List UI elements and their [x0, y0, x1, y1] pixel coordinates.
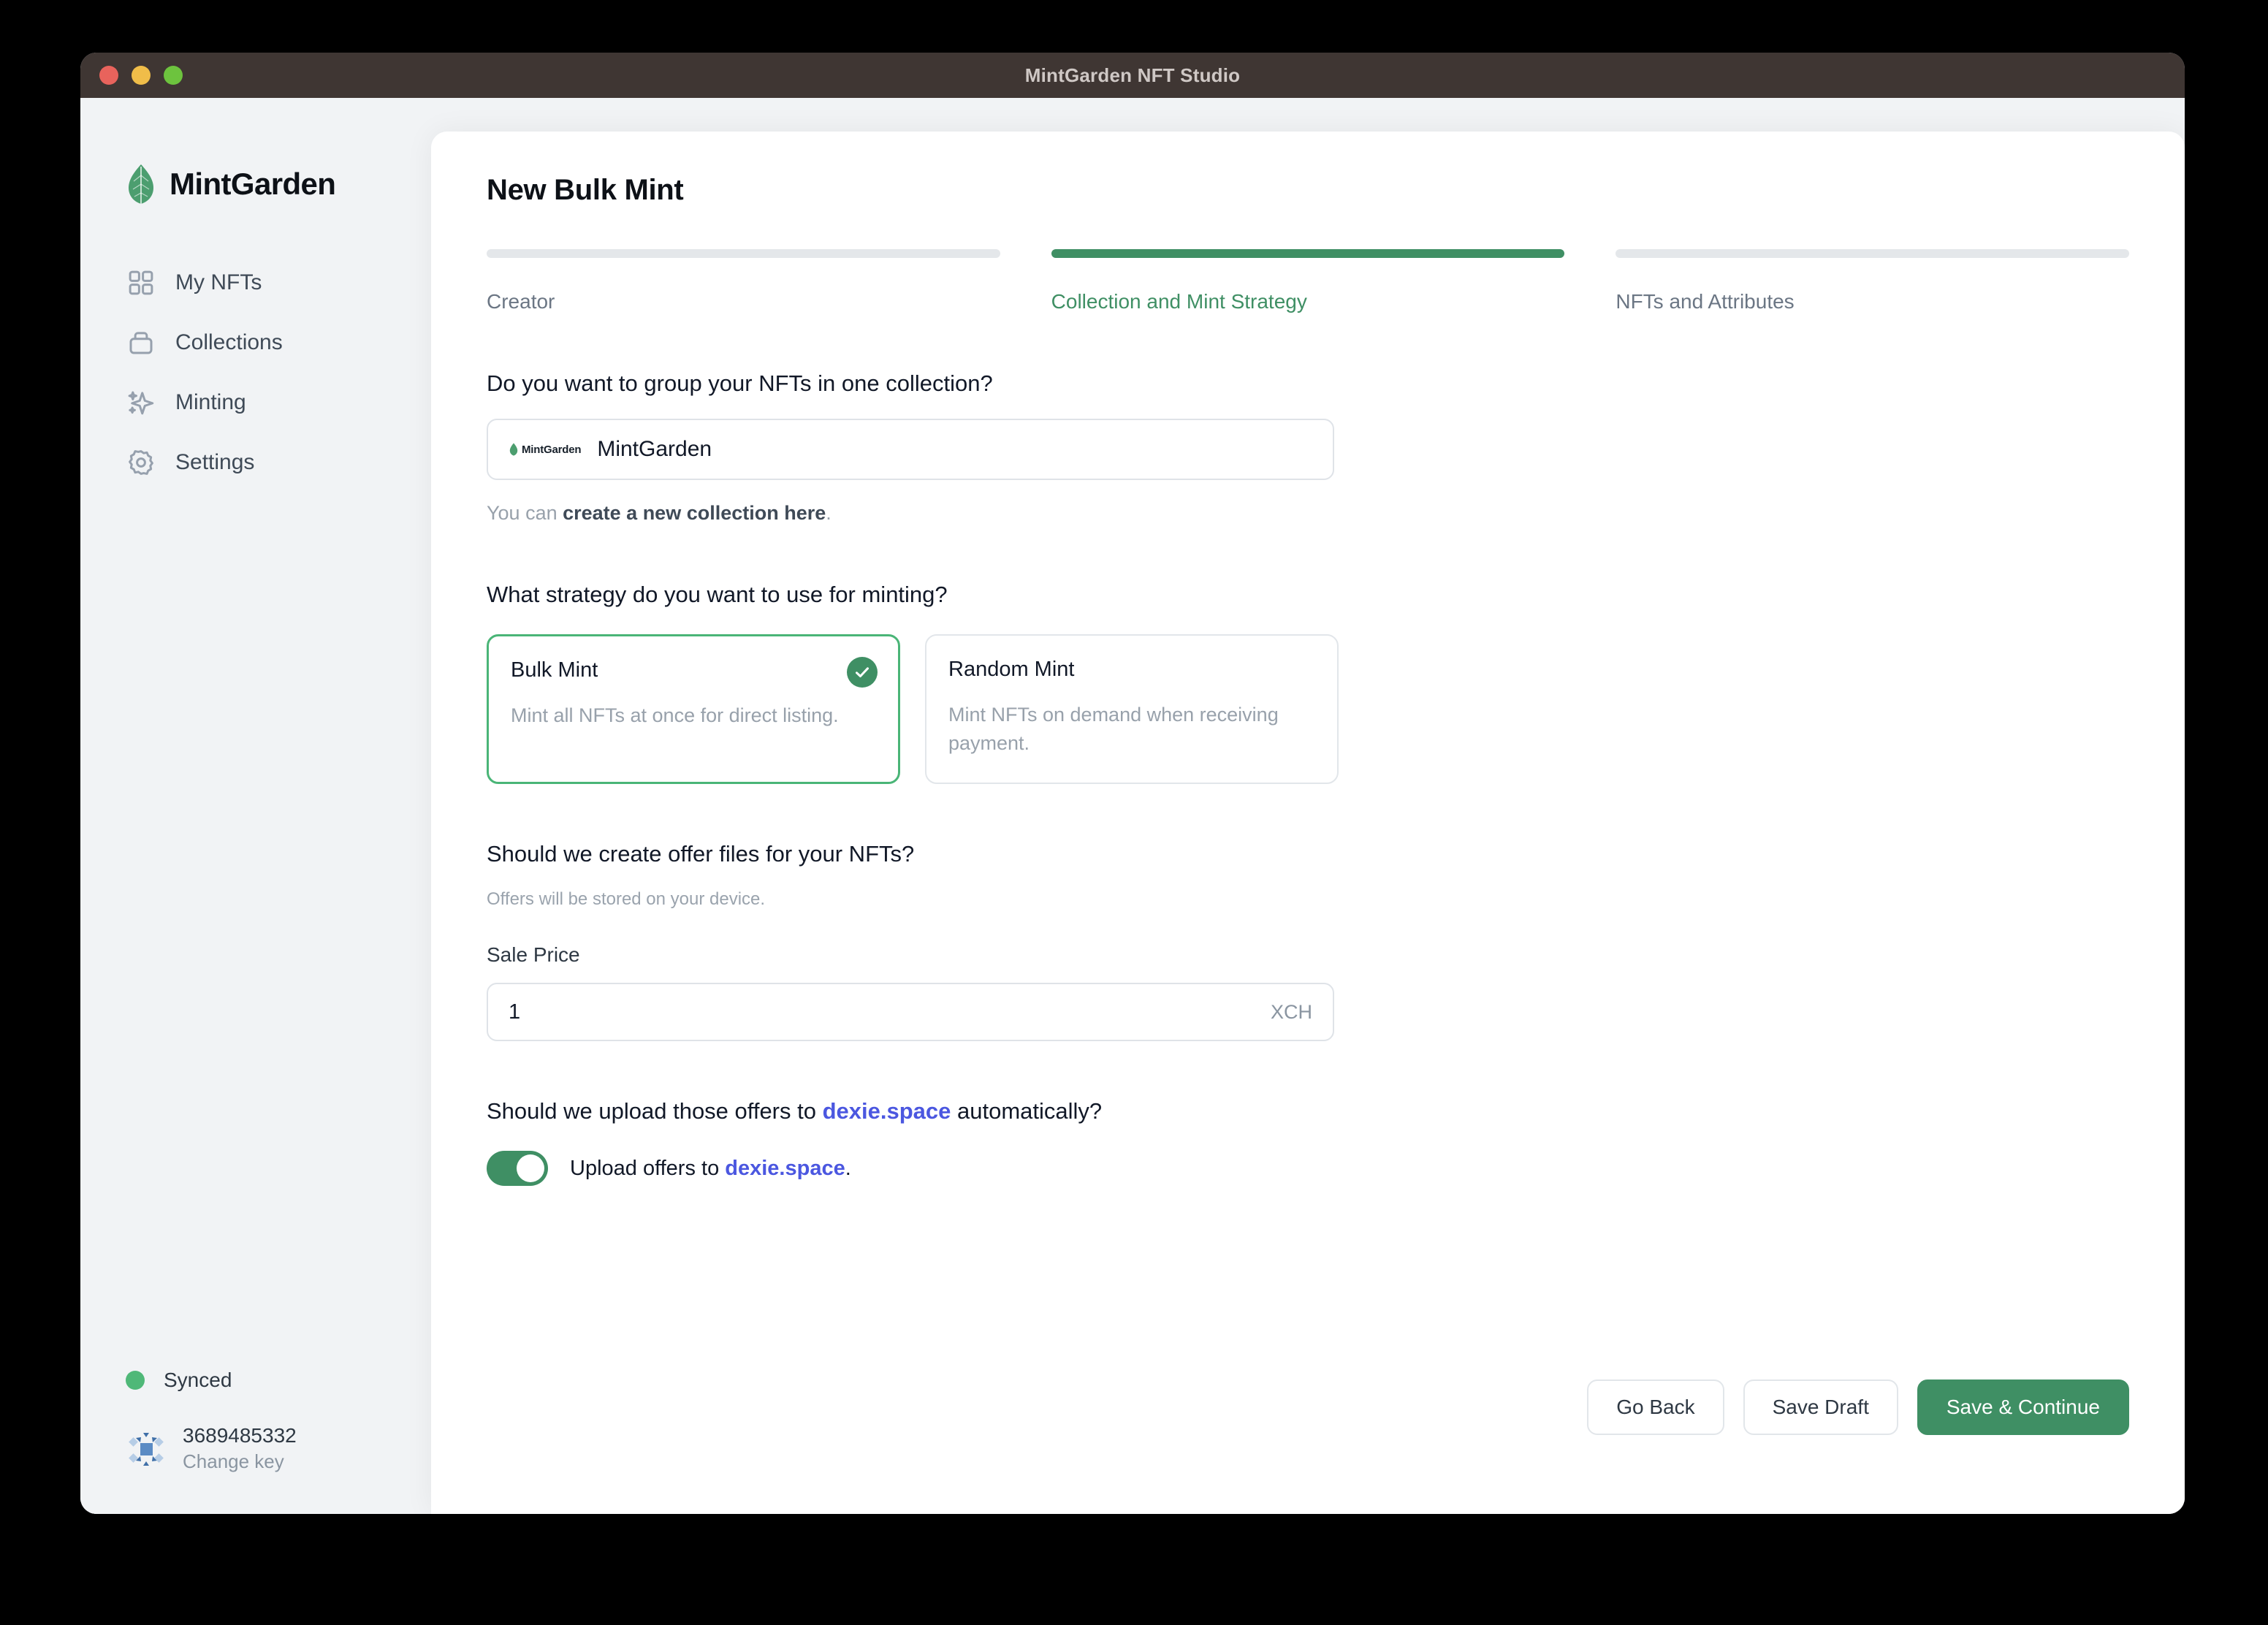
strategy-card-description: Mint all NFTs at once for direct listing… [511, 704, 839, 726]
upload-toggle-row: Upload offers to dexie.space. [487, 1151, 2129, 1187]
toggle-label-prefix: Upload offers to [570, 1156, 726, 1180]
sidebar-item-minting[interactable]: Minting [80, 373, 431, 433]
step-bar [487, 249, 1000, 258]
check-circle-icon [847, 657, 878, 688]
upload-question: Should we upload those offers to dexie.s… [487, 1098, 2129, 1124]
collection-section: Do you want to group your NFTs in one co… [487, 370, 2129, 525]
upload-question-prefix: Should we upload those offers to [487, 1098, 823, 1124]
toggle-knob [517, 1154, 544, 1183]
change-key-link[interactable]: Change key [183, 1450, 297, 1473]
strategy-card-title: Random Mint [948, 658, 1075, 681]
sidebar-item-label: Minting [175, 390, 246, 414]
offers-question: Should we create offer files for your NF… [487, 841, 915, 867]
strategy-card-bulk-mint[interactable]: Bulk Mint Mint all NFTs at once for dire… [487, 634, 900, 785]
upload-section: Should we upload those offers to dexie.s… [487, 1098, 2129, 1187]
main-content: New Bulk Mint Creator Collection and Min… [431, 132, 2185, 1514]
helper-prefix: You can [487, 502, 563, 524]
app-body: MintGarden My NFTs Collections Minting S… [80, 98, 2185, 1514]
close-button[interactable] [99, 66, 118, 85]
sale-price-unit: XCH [1270, 1000, 1312, 1023]
archive-box-icon [126, 327, 156, 358]
maximize-button[interactable] [164, 66, 183, 85]
collection-badge-text: MintGarden [522, 443, 582, 456]
step-bar [1051, 249, 1565, 258]
sidebar-item-collections[interactable]: Collections [80, 313, 431, 373]
key-text: 3689485332 Change key [183, 1424, 297, 1473]
save-and-continue-button[interactable]: Save & Continue [1917, 1379, 2129, 1435]
upload-question-suffix: automatically? [951, 1098, 1103, 1124]
dexie-link[interactable]: dexie.space [823, 1098, 951, 1124]
sidebar-item-my-nfts[interactable]: My NFTs [80, 253, 431, 313]
sparkles-icon [126, 387, 156, 418]
upload-toggle-label: Upload offers to dexie.space. [570, 1157, 851, 1181]
strategy-card-title: Bulk Mint [511, 658, 598, 682]
strategy-options: Bulk Mint Mint all NFTs at once for dire… [487, 634, 2129, 785]
helper-suffix: . [826, 502, 832, 524]
toggle-label-suffix: . [845, 1156, 851, 1180]
strategy-section: What strategy do you want to use for min… [487, 582, 2129, 785]
step-label: Collection and Mint Strategy [1051, 290, 1307, 313]
gear-icon [126, 447, 156, 478]
sync-status: Synced [126, 1369, 431, 1392]
collection-select[interactable]: MintGarden MintGarden [487, 419, 1334, 480]
collection-helper: You can create a new collection here. [487, 502, 2129, 525]
dexie-link[interactable]: dexie.space [725, 1157, 845, 1180]
sidebar-item-settings[interactable]: Settings [80, 433, 431, 492]
stepper: Creator Collection and Mint Strategy NFT… [487, 249, 2130, 313]
brand-name: MintGarden [170, 167, 336, 201]
sidebar-footer: Synced 3689485332 Change key [80, 1369, 431, 1514]
key-row[interactable]: 3689485332 Change key [126, 1424, 431, 1473]
sidebar-item-label: Settings [175, 450, 255, 474]
grid-icon [126, 267, 156, 298]
traffic-lights [99, 66, 183, 85]
key-id: 3689485332 [183, 1424, 297, 1447]
sidebar-item-label: Collections [175, 330, 283, 354]
status-dot-icon [126, 1371, 145, 1390]
go-back-button[interactable]: Go Back [1587, 1379, 1724, 1435]
step-label: Creator [487, 290, 555, 313]
offers-section: Should we create offer files for your NF… [487, 841, 2129, 1042]
leaf-icon [124, 164, 158, 205]
create-collection-link[interactable]: create a new collection here [563, 502, 826, 524]
sidebar-nav: My NFTs Collections Minting Settings [80, 253, 431, 492]
strategy-card-description: Mint NFTs on demand when receiving payme… [948, 704, 1279, 755]
strategy-card-random-mint[interactable]: Random Mint Mint NFTs on demand when rec… [925, 634, 1339, 785]
identicon [126, 1428, 167, 1469]
page-title: New Bulk Mint [487, 174, 684, 206]
collection-question: Do you want to group your NFTs in one co… [487, 370, 993, 396]
title-bar: MintGarden NFT Studio [80, 53, 2185, 98]
window-title: MintGarden NFT Studio [1024, 64, 1241, 86]
sale-price-value: 1 [509, 1000, 521, 1024]
step-label: NFTs and Attributes [1616, 290, 1795, 313]
step-creator[interactable]: Creator [487, 249, 1000, 313]
sync-status-label: Synced [164, 1369, 232, 1391]
step-collection-and-mint-strategy[interactable]: Collection and Mint Strategy [1051, 249, 1565, 313]
minimize-button[interactable] [132, 66, 151, 85]
sale-price-input[interactable]: 1 XCH [487, 983, 1334, 1042]
form-actions: Go Back Save Draft Save & Continue [1587, 1379, 2129, 1435]
sale-price-label: Sale Price [487, 943, 580, 967]
upload-offers-toggle[interactable] [487, 1151, 548, 1187]
offers-subtext: Offers will be stored on your device. [487, 889, 766, 910]
collection-badge-logo: MintGarden [509, 442, 582, 457]
collection-selected-value: MintGarden [597, 437, 712, 461]
sidebar: MintGarden My NFTs Collections Minting S… [80, 98, 431, 1514]
save-draft-button[interactable]: Save Draft [1743, 1379, 1898, 1435]
step-bar [1616, 249, 2130, 258]
strategy-question: What strategy do you want to use for min… [487, 582, 948, 607]
brand: MintGarden [80, 98, 431, 205]
app-window: MintGarden NFT Studio MintGarden My NFTs… [80, 53, 2185, 1514]
sidebar-item-label: My NFTs [175, 270, 262, 294]
step-nfts-and-attributes[interactable]: NFTs and Attributes [1616, 249, 2130, 313]
